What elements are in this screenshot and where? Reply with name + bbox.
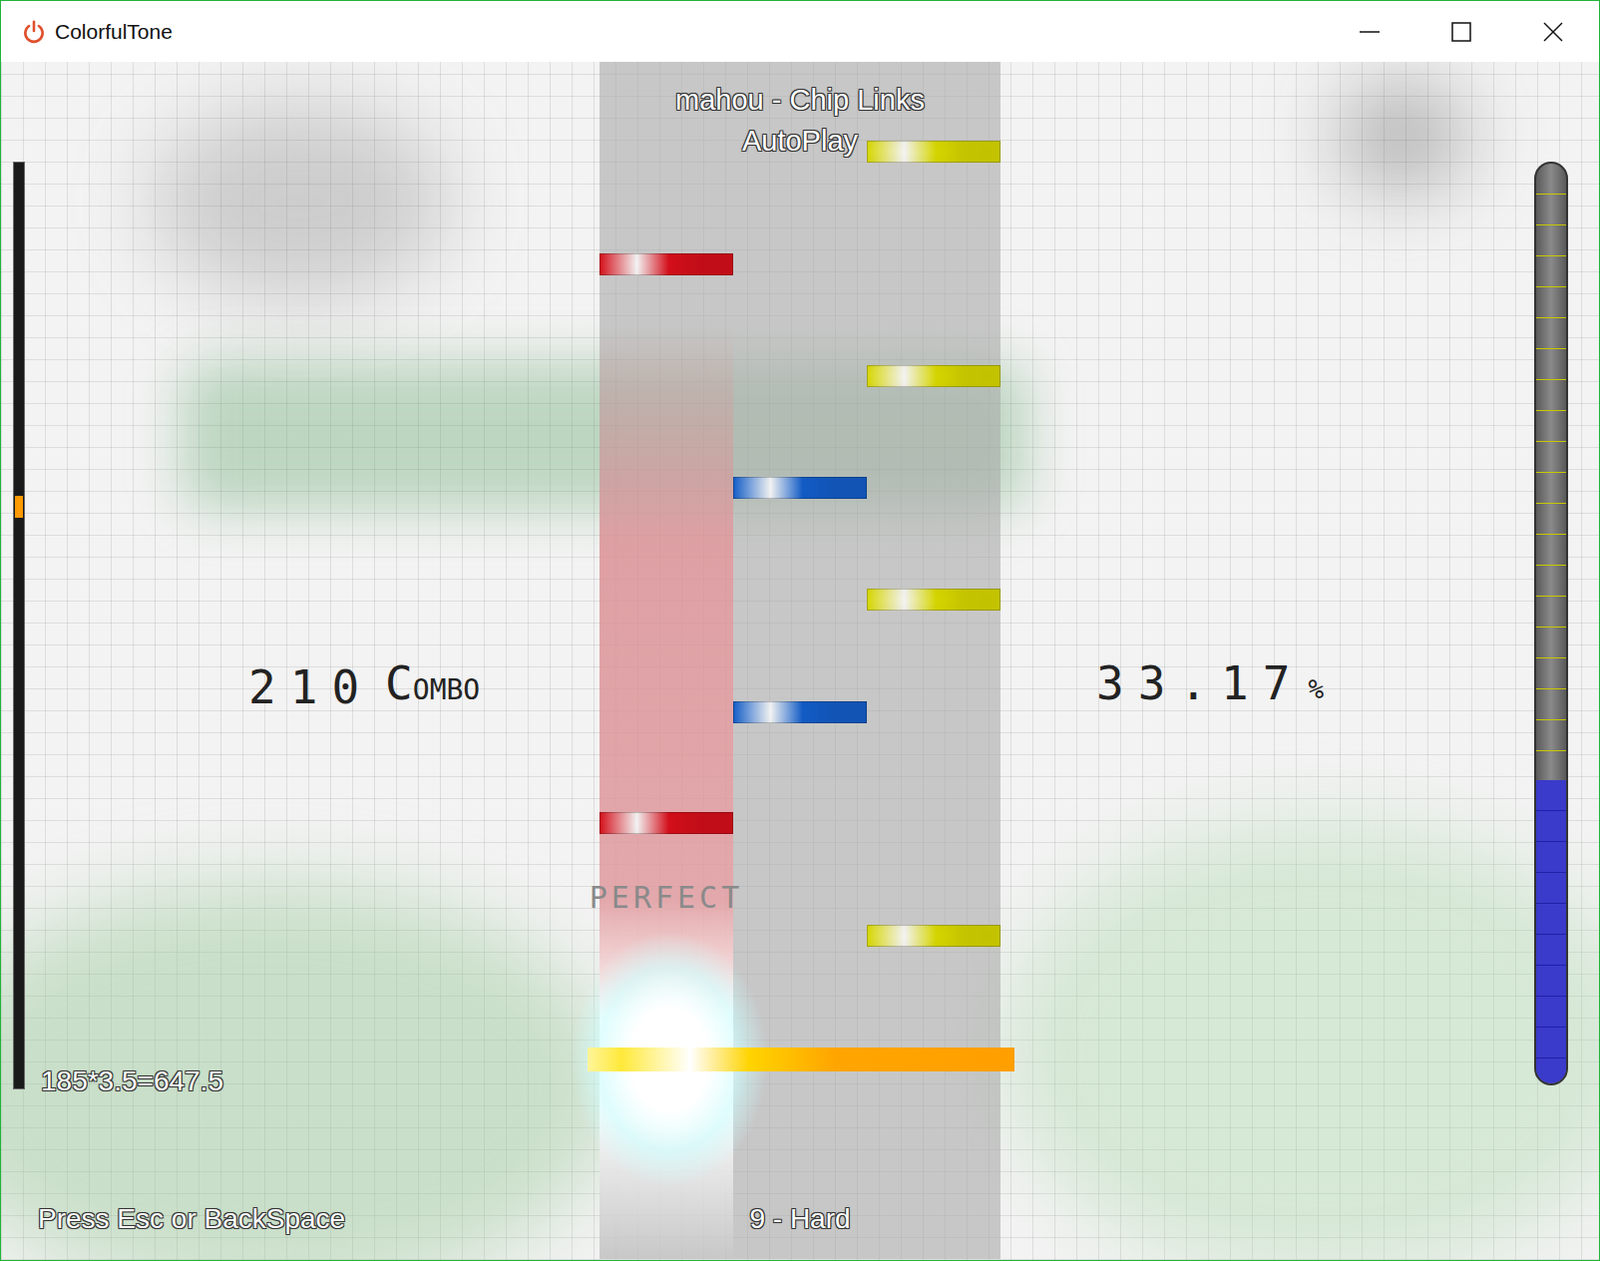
note [866, 140, 1001, 163]
progress-marker [14, 495, 23, 518]
game-stage: 210COMBO 33.17% 185*3.5=647.5 Press Esc or … [0, 61, 1600, 1260]
maximize-icon [1450, 20, 1473, 43]
window-title: ColorfulTone [54, 19, 173, 44]
game-window: ColorfulTone 210COMBO 33.17% 185*3.5=647.5 P… [0, 0, 1600, 1261]
close-icon [1542, 20, 1565, 43]
note [866, 924, 1001, 947]
scroll-speed: 185*3.5=647.5 [40, 1063, 224, 1100]
title-bar: ColorfulTone [0, 0, 1600, 62]
accuracy-readout: 33.17% [1096, 656, 1324, 712]
minimize-icon [1358, 20, 1381, 43]
judgment-text: PERFECT [579, 877, 754, 917]
accuracy-unit: % [1307, 674, 1324, 712]
exit-hint: Press Esc or BackSpace [37, 1200, 346, 1237]
combo-count: 210 [248, 660, 374, 716]
life-gauge [1534, 161, 1569, 1086]
combo-counter: 210COMBO [248, 656, 480, 716]
difficulty-label: 9 - Hard [599, 1200, 1001, 1237]
close-button[interactable] [1507, 0, 1600, 62]
accuracy-value: 33.17 [1096, 656, 1304, 712]
note [599, 253, 734, 276]
note [866, 365, 1001, 388]
judgment-line [587, 1047, 1015, 1072]
song-info: mahou - Chip LinksAutoPlay [599, 79, 1001, 161]
playfield: mahou - Chip LinksAutoPlayPERFECT9 - Har… [599, 61, 1001, 1259]
note [866, 588, 1001, 611]
minimize-button[interactable] [1323, 0, 1416, 62]
play-mode: AutoPlay [742, 120, 858, 162]
note [733, 476, 867, 499]
lane [866, 61, 1001, 1259]
power-icon [20, 18, 47, 45]
gauge-fill [1536, 780, 1567, 1084]
note [599, 811, 734, 834]
maximize-button[interactable] [1415, 0, 1508, 62]
combo-label: COMBO [385, 656, 480, 716]
song-title: mahou - Chip Links [675, 79, 925, 121]
note [733, 701, 867, 724]
song-progress-bar [12, 161, 25, 1090]
window-controls [1323, 0, 1600, 62]
